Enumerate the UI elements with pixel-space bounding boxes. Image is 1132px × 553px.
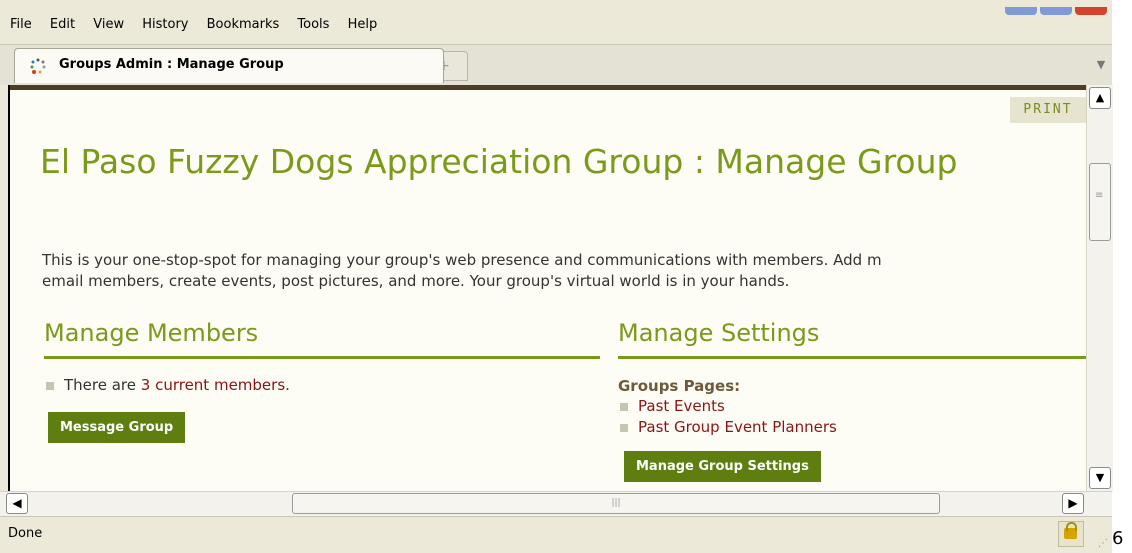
content-left-border (0, 85, 10, 491)
groups-pages-list: Past Events Past Group Event Planners (618, 396, 1086, 438)
status-bar: Done ⋰ (0, 516, 1112, 553)
horizontal-scrollbar[interactable]: ◀ ||| ▶ (0, 491, 1112, 516)
manage-settings-section: Manage Settings Groups Pages: Past Event… (618, 318, 1086, 482)
menu-edit[interactable]: Edit (50, 14, 75, 36)
edge-glyph: 6 (1112, 528, 1124, 549)
horizontal-scroll-thumb[interactable]: ||| (292, 493, 940, 514)
members-count-item: There are 3 current members. (44, 375, 600, 396)
bullet-icon (46, 382, 54, 390)
manage-settings-heading: Manage Settings (618, 318, 1086, 359)
menu-file[interactable]: File (10, 14, 32, 36)
loading-icon (30, 58, 46, 74)
past-group-event-planners-link[interactable]: Past Group Event Planners (638, 418, 837, 436)
scroll-left-icon[interactable]: ◀ (6, 493, 28, 514)
intro-line-2: email members, create events, post pictu… (42, 272, 790, 290)
menu-tools[interactable]: Tools (297, 14, 329, 36)
bullet-icon (620, 424, 628, 432)
scroll-right-icon[interactable]: ▶ (1062, 493, 1084, 514)
scroll-down-icon[interactable]: ▼ (1089, 467, 1111, 489)
tab-active[interactable]: Groups Admin : Manage Group (14, 48, 444, 83)
intro-text: This is your one-stop-spot for managing … (42, 250, 1086, 292)
manage-group-settings-button[interactable]: Manage Group Settings (624, 451, 821, 482)
manage-members-heading: Manage Members (44, 318, 600, 359)
manage-members-section: Manage Members There are 3 current membe… (44, 318, 600, 443)
current-members-link[interactable]: 3 current members (141, 376, 285, 394)
print-button[interactable]: PRINT (1010, 97, 1086, 123)
menu-view[interactable]: View (93, 14, 124, 36)
message-group-button[interactable]: Message Group (48, 412, 186, 443)
title-buttons (1002, 0, 1112, 15)
members-count-suffix: . (285, 376, 290, 394)
menu-bookmarks[interactable]: Bookmarks (207, 14, 280, 36)
browser-window: File Edit View History Bookmarks Tools H… (0, 0, 1113, 553)
bullet-icon (620, 403, 628, 411)
menu-bar: File Edit View History Bookmarks Tools H… (0, 14, 1112, 36)
tab-strip: + Groups Admin : Manage Group ▼ (0, 44, 1112, 85)
status-text: Done (8, 526, 43, 541)
past-events-link[interactable]: Past Events (638, 397, 725, 415)
vertical-scrollbar[interactable]: ▲ ▼ (1086, 85, 1113, 491)
page-title: El Paso Fuzzy Dogs Appreciation Group : … (40, 142, 958, 181)
menu-history[interactable]: History (142, 14, 188, 36)
members-list: There are 3 current members. (44, 375, 600, 396)
tab-list-button[interactable]: ▼ (1090, 50, 1112, 80)
page-content: PRINT El Paso Fuzzy Dogs Appreciation Gr… (10, 85, 1086, 496)
groups-pages-subhead: Groups Pages: (618, 377, 741, 395)
intro-line-1: This is your one-stop-spot for managing … (42, 251, 882, 269)
tab-title: Groups Admin : Manage Group (59, 57, 284, 72)
members-count-prefix: There are (64, 376, 141, 394)
list-item: Past Events (618, 396, 1086, 417)
vertical-scroll-thumb[interactable] (1089, 163, 1111, 241)
list-item: Past Group Event Planners (618, 417, 1086, 438)
lock-icon[interactable] (1058, 521, 1084, 547)
scroll-up-icon[interactable]: ▲ (1089, 87, 1111, 109)
menu-help[interactable]: Help (348, 14, 378, 36)
resize-grip-icon[interactable]: ⋰ (1098, 538, 1108, 549)
